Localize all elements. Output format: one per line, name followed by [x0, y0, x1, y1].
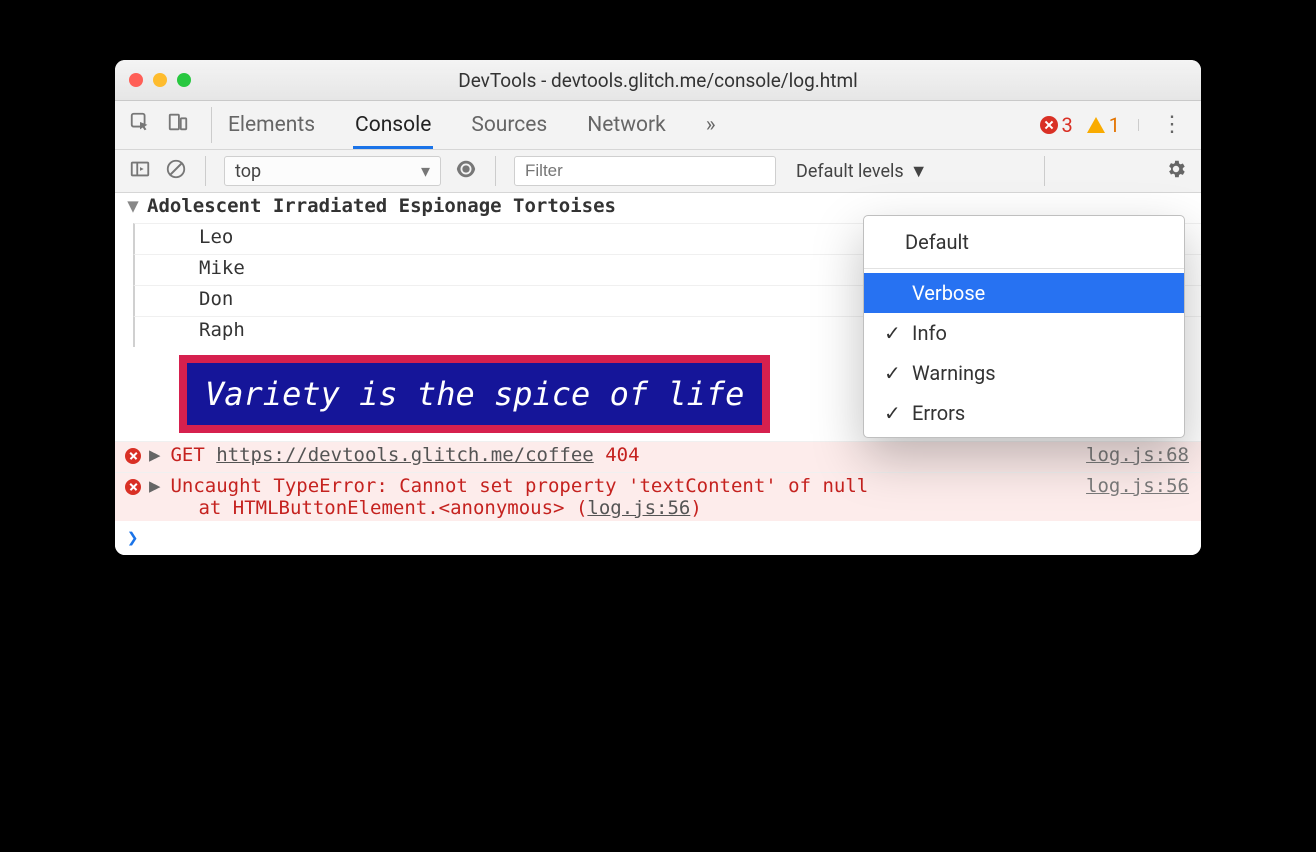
stack-frame-prefix: at HTMLButtonElement.<anonymous> (	[198, 497, 587, 519]
group-title: Adolescent Irradiated Espionage Tortoise…	[143, 195, 1189, 217]
device-toggle-icon[interactable]	[167, 111, 189, 139]
tab-sources[interactable]: Sources	[469, 103, 549, 147]
check-icon: ✓	[884, 321, 900, 345]
dropdown-item-verbose[interactable]: Verbose	[864, 273, 1184, 313]
error-count-badge[interactable]: 3	[1040, 113, 1073, 137]
warning-count-badge[interactable]: 1	[1087, 113, 1120, 137]
disclosure-triangle-icon[interactable]: ▼	[123, 195, 143, 217]
tab-console[interactable]: Console	[353, 103, 433, 147]
context-value: top	[235, 161, 261, 182]
tab-elements[interactable]: Elements	[226, 103, 317, 147]
check-icon: ✓	[884, 361, 900, 385]
window-title: DevTools - devtools.glitch.me/console/lo…	[115, 69, 1201, 92]
stack-frame-suffix: )	[690, 497, 701, 519]
error-icon	[125, 479, 141, 495]
http-status: 404	[605, 444, 639, 466]
dropdown-item-info[interactable]: ✓ Info	[864, 313, 1184, 353]
window-maximize-button[interactable]	[177, 73, 191, 87]
chevron-down-icon: ▾	[421, 161, 430, 182]
http-method: GET	[170, 444, 204, 466]
sidebar-toggle-icon[interactable]	[129, 158, 151, 185]
devtools-tabstrip: Elements Console Sources Network » 3 1 ⋮	[115, 101, 1201, 150]
context-selector[interactable]: top ▾	[224, 156, 441, 186]
log-levels-label: Default levels	[796, 161, 904, 182]
panel-tabs: Elements Console Sources Network »	[226, 103, 718, 147]
window-minimize-button[interactable]	[153, 73, 167, 87]
chevron-down-icon: ▼	[910, 161, 928, 182]
filter-input[interactable]	[514, 156, 776, 186]
tab-overflow[interactable]: »	[704, 103, 718, 147]
live-expression-icon[interactable]	[455, 158, 477, 185]
check-icon: ✓	[884, 401, 900, 425]
error-icon	[1040, 116, 1058, 134]
error-icon	[125, 448, 141, 464]
window-close-button[interactable]	[129, 73, 143, 87]
log-levels-dropdown: Default Verbose ✓ Info ✓ Warnings ✓ Erro…	[863, 215, 1185, 438]
devtools-window: DevTools - devtools.glitch.me/console/lo…	[115, 60, 1201, 555]
log-levels-selector[interactable]: Default levels ▼	[796, 161, 928, 182]
inspect-icon[interactable]	[129, 111, 151, 139]
console-error-row: ▶ GET https://devtools.glitch.me/coffee …	[115, 441, 1201, 472]
console-error-row: ▶ Uncaught TypeError: Cannot set propert…	[115, 472, 1201, 521]
error-message: Uncaught TypeError: Cannot set property …	[170, 475, 868, 497]
warning-count: 1	[1109, 113, 1120, 137]
window-controls	[129, 73, 191, 87]
clear-console-icon[interactable]	[165, 158, 187, 185]
dropdown-item-warnings[interactable]: ✓ Warnings	[864, 353, 1184, 393]
console-toolbar: top ▾ Default levels ▼	[115, 150, 1201, 193]
source-link[interactable]: log.js:56	[1086, 475, 1189, 497]
console-prompt[interactable]: ❯	[115, 521, 1201, 555]
dropdown-separator	[864, 268, 1184, 269]
styled-log-text: Variety is the spice of life	[179, 355, 770, 433]
stack-frame-link[interactable]: log.js:56	[587, 497, 690, 519]
source-link[interactable]: log.js:68	[1086, 444, 1189, 466]
request-url[interactable]: https://devtools.glitch.me/coffee	[216, 444, 594, 466]
disclosure-triangle-icon[interactable]: ▶	[149, 475, 160, 497]
tab-network[interactable]: Network	[585, 103, 668, 147]
console-settings-icon[interactable]	[1165, 158, 1187, 185]
warning-icon	[1087, 117, 1105, 133]
disclosure-triangle-icon[interactable]: ▶	[149, 444, 160, 466]
titlebar: DevTools - devtools.glitch.me/console/lo…	[115, 60, 1201, 101]
dropdown-item-default[interactable]: Default	[864, 220, 1184, 264]
error-count: 3	[1062, 113, 1073, 137]
dropdown-item-errors[interactable]: ✓ Errors	[864, 393, 1184, 433]
